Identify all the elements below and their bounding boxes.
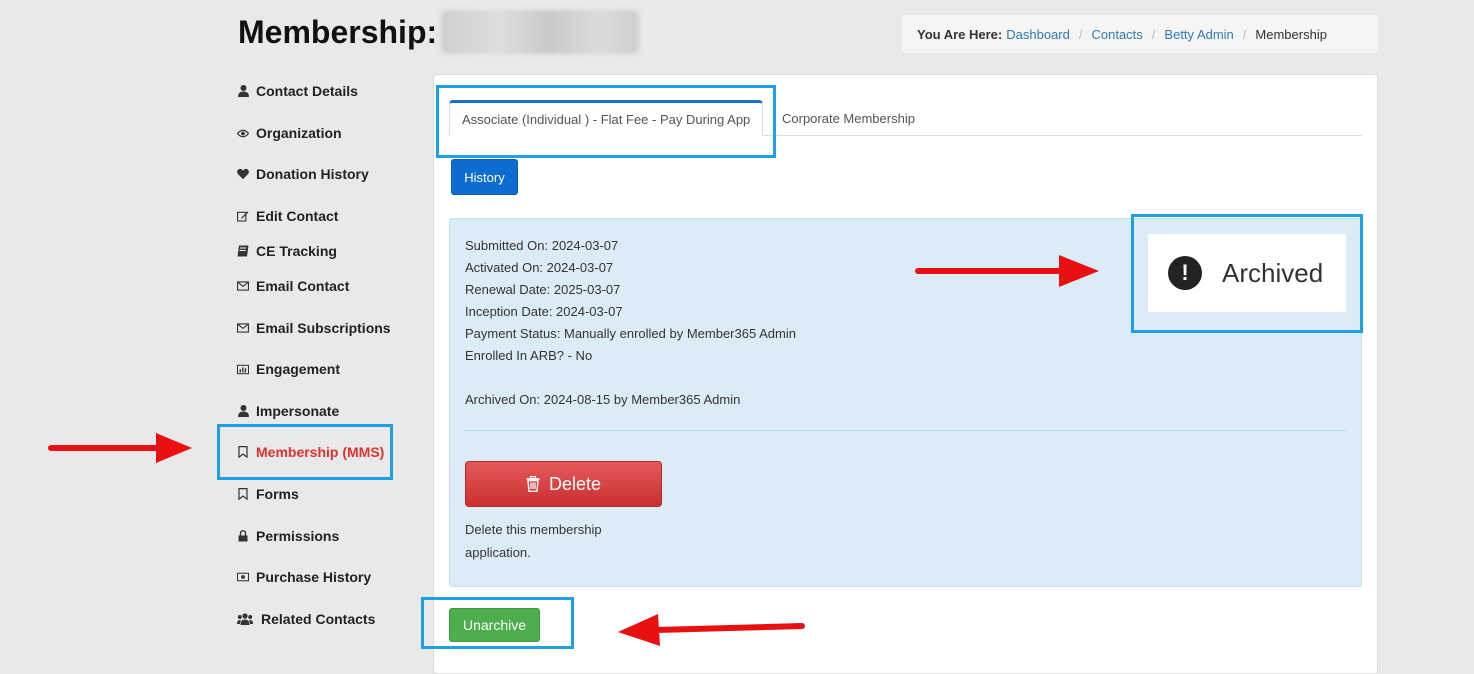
sidebar-item-label: Permissions [256, 528, 340, 544]
user-icon [237, 85, 249, 97]
sidebar-item-engagement[interactable]: Engagement [237, 359, 340, 379]
breadcrumb-link-dashboard[interactable]: Dashboard [1006, 27, 1070, 42]
sidebar-item-label: Purchase History [256, 569, 372, 585]
envelope-icon [237, 322, 249, 334]
breadcrumb-separator: / [1151, 26, 1156, 42]
status-label: Archived [1222, 257, 1324, 288]
enrolled-in-arb: Enrolled In ARB? - No [465, 348, 593, 363]
sidebar-item-impersonate[interactable]: Impersonate [237, 401, 339, 421]
breadcrumb-separator: / [1078, 26, 1083, 42]
edit-icon [237, 210, 249, 222]
submitted-on: Submitted On: 2024-03-07 [465, 238, 619, 253]
users-icon [237, 613, 253, 625]
sidebar-item-donation-history[interactable]: Donation History [237, 164, 369, 184]
book-icon [237, 245, 249, 257]
eye-icon [237, 127, 249, 139]
payment-status: Payment Status: Manually enrolled by Mem… [465, 326, 796, 341]
sidebar-item-purchase-history[interactable]: Purchase History [237, 567, 371, 587]
renewal-date: Renewal Date: 2025-03-07 [465, 282, 621, 297]
sidebar-item-related-contacts[interactable]: Related Contacts [237, 609, 375, 629]
sidebar-item-label: Membership (MMS) [256, 444, 385, 460]
sidebar-item-edit-contact[interactable]: Edit Contact [237, 206, 338, 226]
breadcrumb-current: Membership [1255, 26, 1327, 42]
breadcrumb-link-contacts[interactable]: Contacts [1091, 27, 1142, 42]
sidebar-item-label: Impersonate [256, 403, 340, 419]
sidebar-item-label: Donation History [256, 166, 369, 182]
redacted-contact-name [441, 10, 639, 54]
activated-on: Activated On: 2024-03-07 [465, 260, 614, 275]
delete-description: Delete this membership application. [465, 522, 602, 560]
user-icon [237, 405, 249, 417]
bar-chart-icon [237, 363, 249, 375]
breadcrumb-label: You Are Here: [917, 26, 1003, 42]
sidebar-item-permissions[interactable]: Permissions [237, 526, 339, 546]
sidebar-item-label: Forms [256, 486, 299, 502]
heart-icon [237, 168, 249, 180]
page-title: Membership: [238, 14, 438, 50]
history-button[interactable]: History [451, 159, 518, 195]
arrow-right-annotation [48, 433, 192, 463]
sidebar-item-email-contact[interactable]: Email Contact [237, 276, 349, 296]
sidebar-item-membership-mms[interactable]: Membership (MMS) [237, 442, 384, 462]
sidebar-item-label: Related Contacts [261, 611, 376, 627]
breadcrumb: You Are Here: Dashboard / Contacts / Bet… [902, 15, 1378, 53]
tab-associate-individual[interactable]: Associate (Individual ) - Flat Fee - Pay… [449, 100, 764, 136]
sidebar-item-label: Contact Details [256, 83, 358, 99]
sidebar-item-contact-details[interactable]: Contact Details [237, 81, 358, 101]
sidebar-item-label: Email Contact [256, 278, 350, 294]
status-badge: ! Archived [1148, 234, 1346, 312]
tab-corporate-membership[interactable]: Corporate Membership [770, 100, 927, 136]
sidebar-item-label: Email Subscriptions [256, 320, 391, 336]
inception-date: Inception Date: 2024-03-07 [465, 304, 623, 319]
info-divider [464, 430, 1347, 431]
money-icon [237, 571, 249, 583]
unarchive-button[interactable]: Unarchive [449, 608, 540, 642]
sidebar-item-label: Edit Contact [256, 208, 339, 224]
lock-icon [237, 530, 249, 542]
trash-icon [526, 476, 540, 492]
breadcrumb-link-contact[interactable]: Betty Admin [1164, 27, 1233, 42]
sidebar-item-ce-tracking[interactable]: CE Tracking [237, 241, 337, 261]
bookmark-icon [237, 446, 249, 458]
sidebar-item-label: CE Tracking [256, 243, 337, 259]
sidebar-item-email-subscriptions[interactable]: Email Subscriptions [237, 318, 391, 338]
archived-on: Archived On: 2024-08-15 by Member365 Adm… [465, 392, 741, 407]
delete-button-label: Delete [548, 473, 602, 494]
sidebar-item-organization[interactable]: Organization [237, 123, 342, 143]
envelope-icon [237, 280, 249, 292]
breadcrumb-separator: / [1242, 26, 1247, 42]
sidebar-item-forms[interactable]: Forms [237, 484, 299, 504]
sidebar-item-label: Organization [256, 125, 342, 141]
delete-button[interactable]: Delete [465, 461, 662, 507]
bookmark-icon [237, 488, 249, 500]
exclamation-circle-icon: ! [1168, 256, 1202, 290]
sidebar-item-label: Engagement [256, 361, 341, 377]
